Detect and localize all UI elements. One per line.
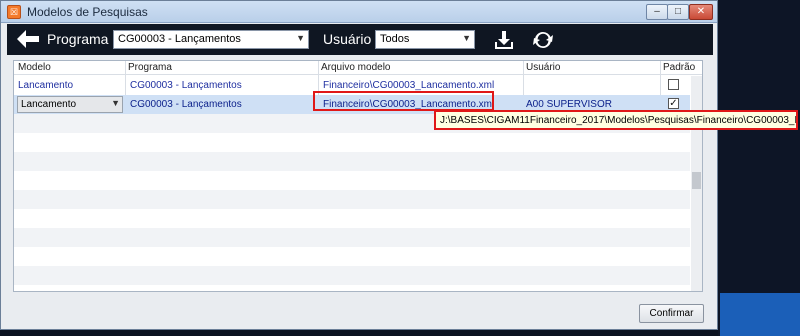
refresh-icon[interactable]	[532, 29, 554, 51]
chevron-down-icon: ▼	[111, 98, 120, 108]
window-title: Modelos de Pesquisas	[27, 5, 148, 19]
title-bar[interactable]: ☒ Modelos de Pesquisas – □ ✕	[1, 1, 717, 23]
programa-label: Programa	[47, 31, 109, 47]
cell-programa: CG00003 - Lançamentos	[130, 80, 242, 91]
usuario-select[interactable]: Todos ▼	[375, 30, 475, 49]
empty-row	[14, 133, 690, 152]
download-icon[interactable]	[493, 29, 515, 51]
empty-row	[14, 209, 690, 228]
grid-header: Modelo Programa Arquivo modelo Usuário P…	[14, 61, 702, 75]
highlight-box	[313, 91, 494, 111]
column-header-modelo[interactable]: Modelo	[18, 62, 51, 73]
programa-select[interactable]: CG00003 - Lançamentos ▼	[113, 30, 309, 49]
cell-modelo: Lancamento	[18, 80, 74, 91]
empty-row	[14, 266, 690, 285]
desktop-background	[718, 0, 800, 336]
column-header-padrao[interactable]: Padrão	[663, 62, 695, 73]
app-icon: ☒	[7, 5, 21, 19]
modelo-select[interactable]: Lancamento ▼	[17, 96, 123, 113]
scrollbar-thumb[interactable]	[692, 172, 701, 189]
cell-arquivo: Financeiro\CG00003_Lancamento.xml	[323, 80, 495, 91]
toolbar: Programa CG00003 - Lançamentos ▼ Usuário…	[7, 24, 713, 55]
empty-row	[14, 190, 690, 209]
padrao-checkbox[interactable]	[668, 79, 679, 90]
cell-usuario: A00 SUPERVISOR	[526, 99, 612, 110]
usuario-label: Usuário	[323, 31, 372, 47]
usuario-select-value: Todos	[380, 33, 410, 45]
empty-row	[14, 228, 690, 247]
minimize-button[interactable]: –	[646, 4, 668, 20]
empty-row	[14, 247, 690, 266]
arrow-left-icon[interactable]	[15, 28, 41, 50]
maximize-button[interactable]: □	[667, 4, 689, 20]
empty-row	[14, 152, 690, 171]
chevron-down-icon: ▼	[296, 33, 305, 43]
close-button[interactable]: ✕	[689, 4, 713, 20]
dialog-window: ☒ Modelos de Pesquisas – □ ✕ Programa CG…	[0, 0, 718, 330]
confirm-button[interactable]: Confirmar	[639, 304, 704, 323]
padrao-checkbox-checked[interactable]: ✓	[668, 98, 679, 109]
modelo-select-value: Lancamento	[21, 99, 77, 110]
desktop-panel	[720, 293, 800, 336]
chevron-down-icon: ▼	[462, 33, 471, 43]
programa-select-value: CG00003 - Lançamentos	[118, 33, 241, 45]
column-header-usuario[interactable]: Usuário	[526, 62, 560, 73]
cell-programa: CG00003 - Lançamentos	[130, 99, 242, 110]
empty-row	[14, 171, 690, 190]
column-header-programa[interactable]: Programa	[128, 62, 172, 73]
file-path-tooltip: J:\BASES\CIGAM11Financeiro_2017\Modelos\…	[434, 110, 798, 130]
column-header-arquivo[interactable]: Arquivo modelo	[321, 62, 390, 73]
